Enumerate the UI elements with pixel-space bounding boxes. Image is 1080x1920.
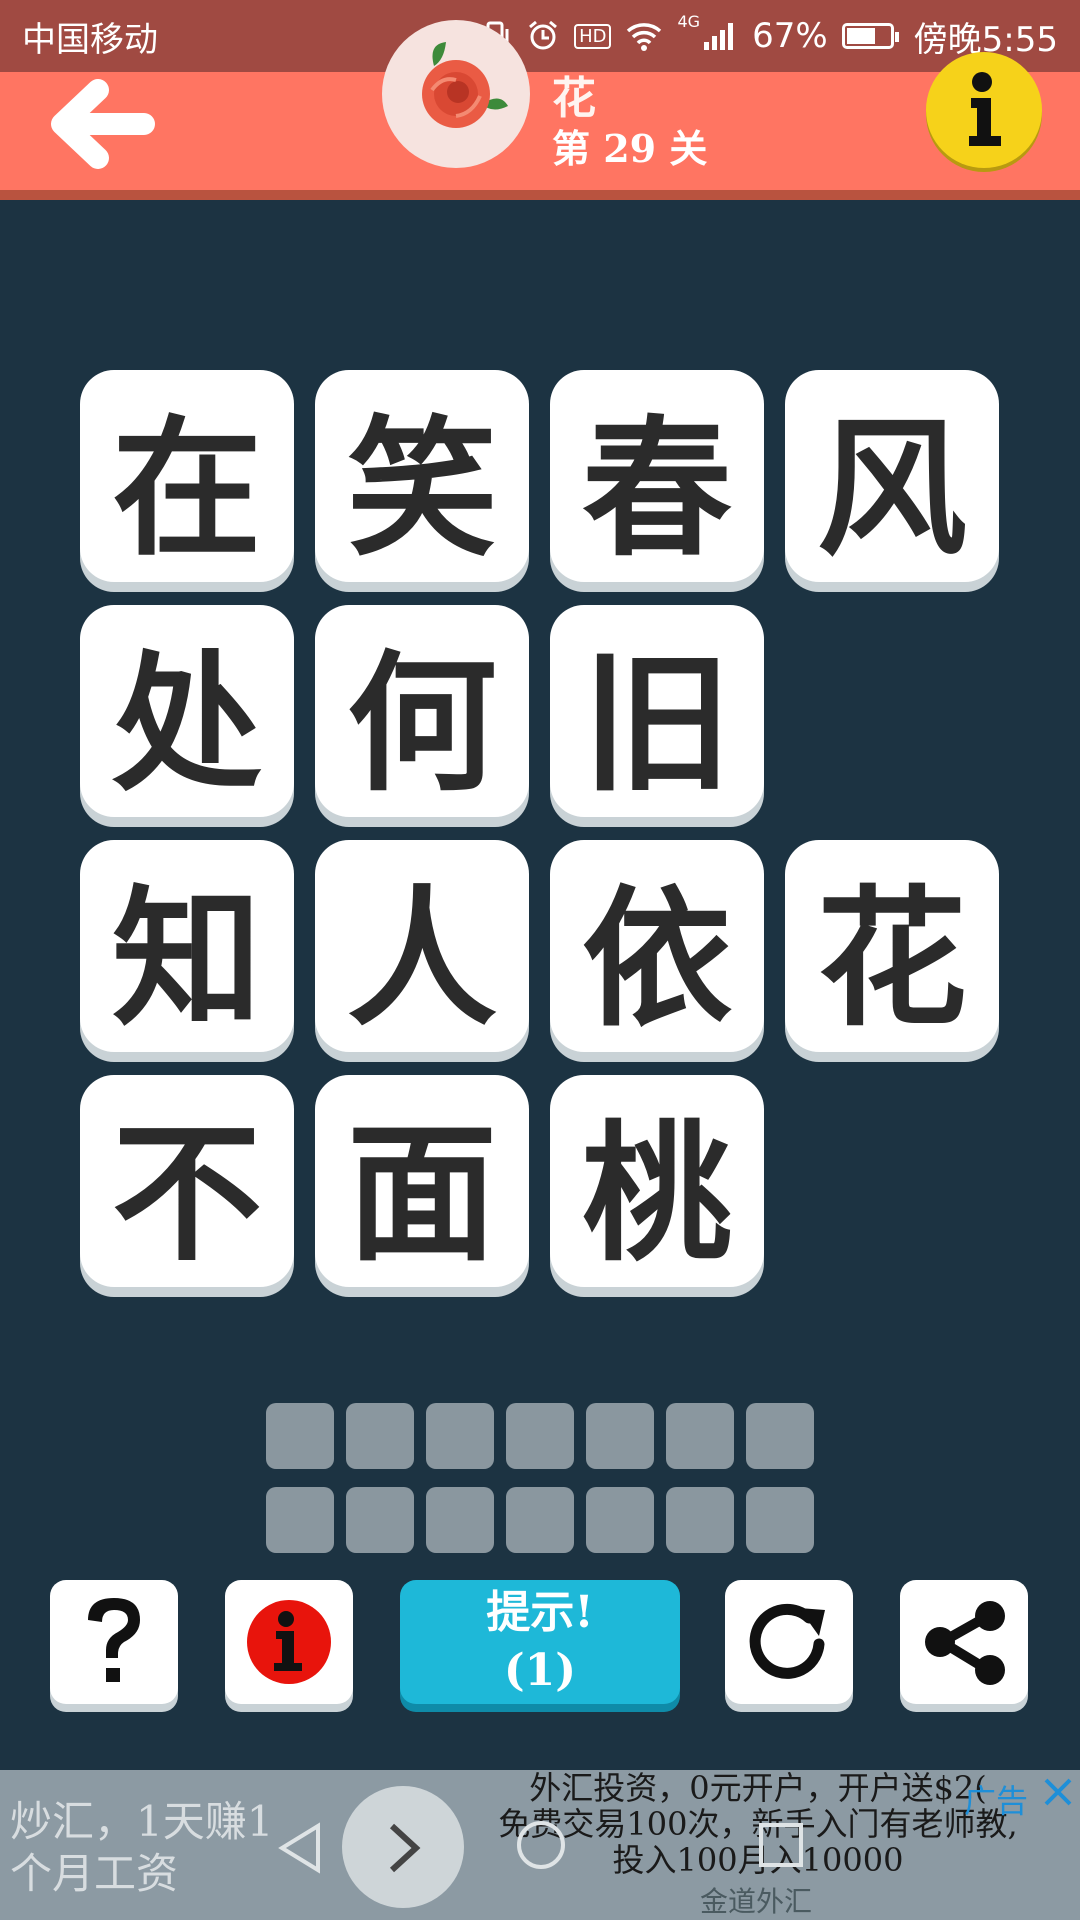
answer-slot[interactable] bbox=[746, 1403, 814, 1469]
hd-badge: HD bbox=[574, 23, 612, 49]
info-icon bbox=[969, 72, 1001, 146]
category-title: 花 bbox=[552, 73, 596, 124]
answer-slot[interactable] bbox=[426, 1487, 494, 1553]
character-tile[interactable]: 何 bbox=[315, 605, 529, 817]
info-tool-button[interactable] bbox=[225, 1580, 353, 1704]
ad-headline: 炒汇，1天赚1 个月工资 bbox=[10, 1796, 273, 1900]
character-tile[interactable]: 旧 bbox=[550, 605, 764, 817]
help-button[interactable] bbox=[50, 1580, 178, 1704]
status-bar: 中国移动 HD 4G 67% 傍晚5:55 bbox=[0, 0, 1080, 72]
carrier-label: 中国移动 bbox=[22, 19, 158, 60]
share-icon bbox=[925, 1601, 1005, 1685]
character-tile[interactable]: 桃 bbox=[550, 1075, 764, 1287]
character-tile[interactable]: 不 bbox=[80, 1075, 294, 1287]
signal-icon bbox=[704, 23, 734, 50]
arrow-left-icon bbox=[51, 79, 155, 169]
level-icon-badge bbox=[382, 20, 530, 168]
answer-slot[interactable] bbox=[506, 1487, 574, 1553]
share-button[interactable] bbox=[900, 1580, 1028, 1704]
info-icon bbox=[247, 1600, 331, 1684]
close-icon[interactable] bbox=[1040, 1774, 1076, 1810]
chevron-right-icon bbox=[389, 1823, 421, 1873]
level-label: 第 29 关 bbox=[552, 126, 708, 171]
ad-headline-line-2: 个月工资 bbox=[10, 1849, 179, 1898]
answer-slot[interactable] bbox=[346, 1487, 414, 1553]
character-tile[interactable]: 春 bbox=[550, 370, 764, 582]
ad-tag: 广告 bbox=[964, 1782, 1029, 1820]
character-tile[interactable]: 在 bbox=[80, 370, 294, 582]
question-icon bbox=[88, 1598, 140, 1682]
answer-slot[interactable] bbox=[426, 1403, 494, 1469]
answer-slot[interactable] bbox=[266, 1487, 334, 1553]
battery-percent: 67% bbox=[752, 16, 828, 56]
rose-icon bbox=[422, 42, 508, 128]
hint-button[interactable]: 提示! (1) bbox=[400, 1580, 680, 1704]
header-bar: 花 第 29 关 bbox=[0, 20, 1080, 200]
character-tile[interactable]: 笑 bbox=[315, 370, 529, 582]
ad-source: 金道外汇 bbox=[700, 1885, 813, 1918]
answer-slot[interactable] bbox=[666, 1403, 734, 1469]
answer-slot[interactable] bbox=[746, 1487, 814, 1553]
ad-headline-line-1: 炒汇，1天赚1 bbox=[10, 1797, 274, 1846]
nav-home-icon[interactable] bbox=[514, 1818, 568, 1872]
info-button[interactable] bbox=[926, 52, 1042, 168]
answer-slot[interactable] bbox=[586, 1403, 654, 1469]
refresh-icon bbox=[749, 1603, 825, 1679]
network-type: 4G bbox=[677, 11, 701, 31]
character-tile[interactable]: 风 bbox=[785, 370, 999, 582]
answer-slot[interactable] bbox=[346, 1403, 414, 1469]
character-tile[interactable]: 处 bbox=[80, 605, 294, 817]
answer-slot[interactable] bbox=[506, 1403, 574, 1469]
character-tile[interactable]: 依 bbox=[550, 840, 764, 1052]
hint-count: (1) bbox=[503, 1645, 577, 1696]
back-button[interactable] bbox=[48, 72, 158, 182]
character-tile[interactable]: 人 bbox=[315, 840, 529, 1052]
answer-slot[interactable] bbox=[666, 1487, 734, 1553]
wifi-icon bbox=[627, 23, 662, 51]
character-tile[interactable]: 花 bbox=[785, 840, 999, 1052]
nav-back-icon[interactable] bbox=[274, 1820, 326, 1876]
character-tile[interactable]: 面 bbox=[315, 1075, 529, 1287]
answer-slot[interactable] bbox=[266, 1403, 334, 1469]
battery-icon bbox=[841, 23, 899, 49]
nav-recents-icon[interactable] bbox=[756, 1820, 806, 1870]
answer-slot[interactable] bbox=[586, 1487, 654, 1553]
ad-line-1: 外汇投资，0元开户，开户送$2( bbox=[529, 1769, 987, 1807]
character-tile[interactable]: 知 bbox=[80, 840, 294, 1052]
alarm-icon bbox=[529, 20, 558, 50]
hint-label: 提示! bbox=[486, 1587, 594, 1638]
refresh-button[interactable] bbox=[725, 1580, 853, 1704]
